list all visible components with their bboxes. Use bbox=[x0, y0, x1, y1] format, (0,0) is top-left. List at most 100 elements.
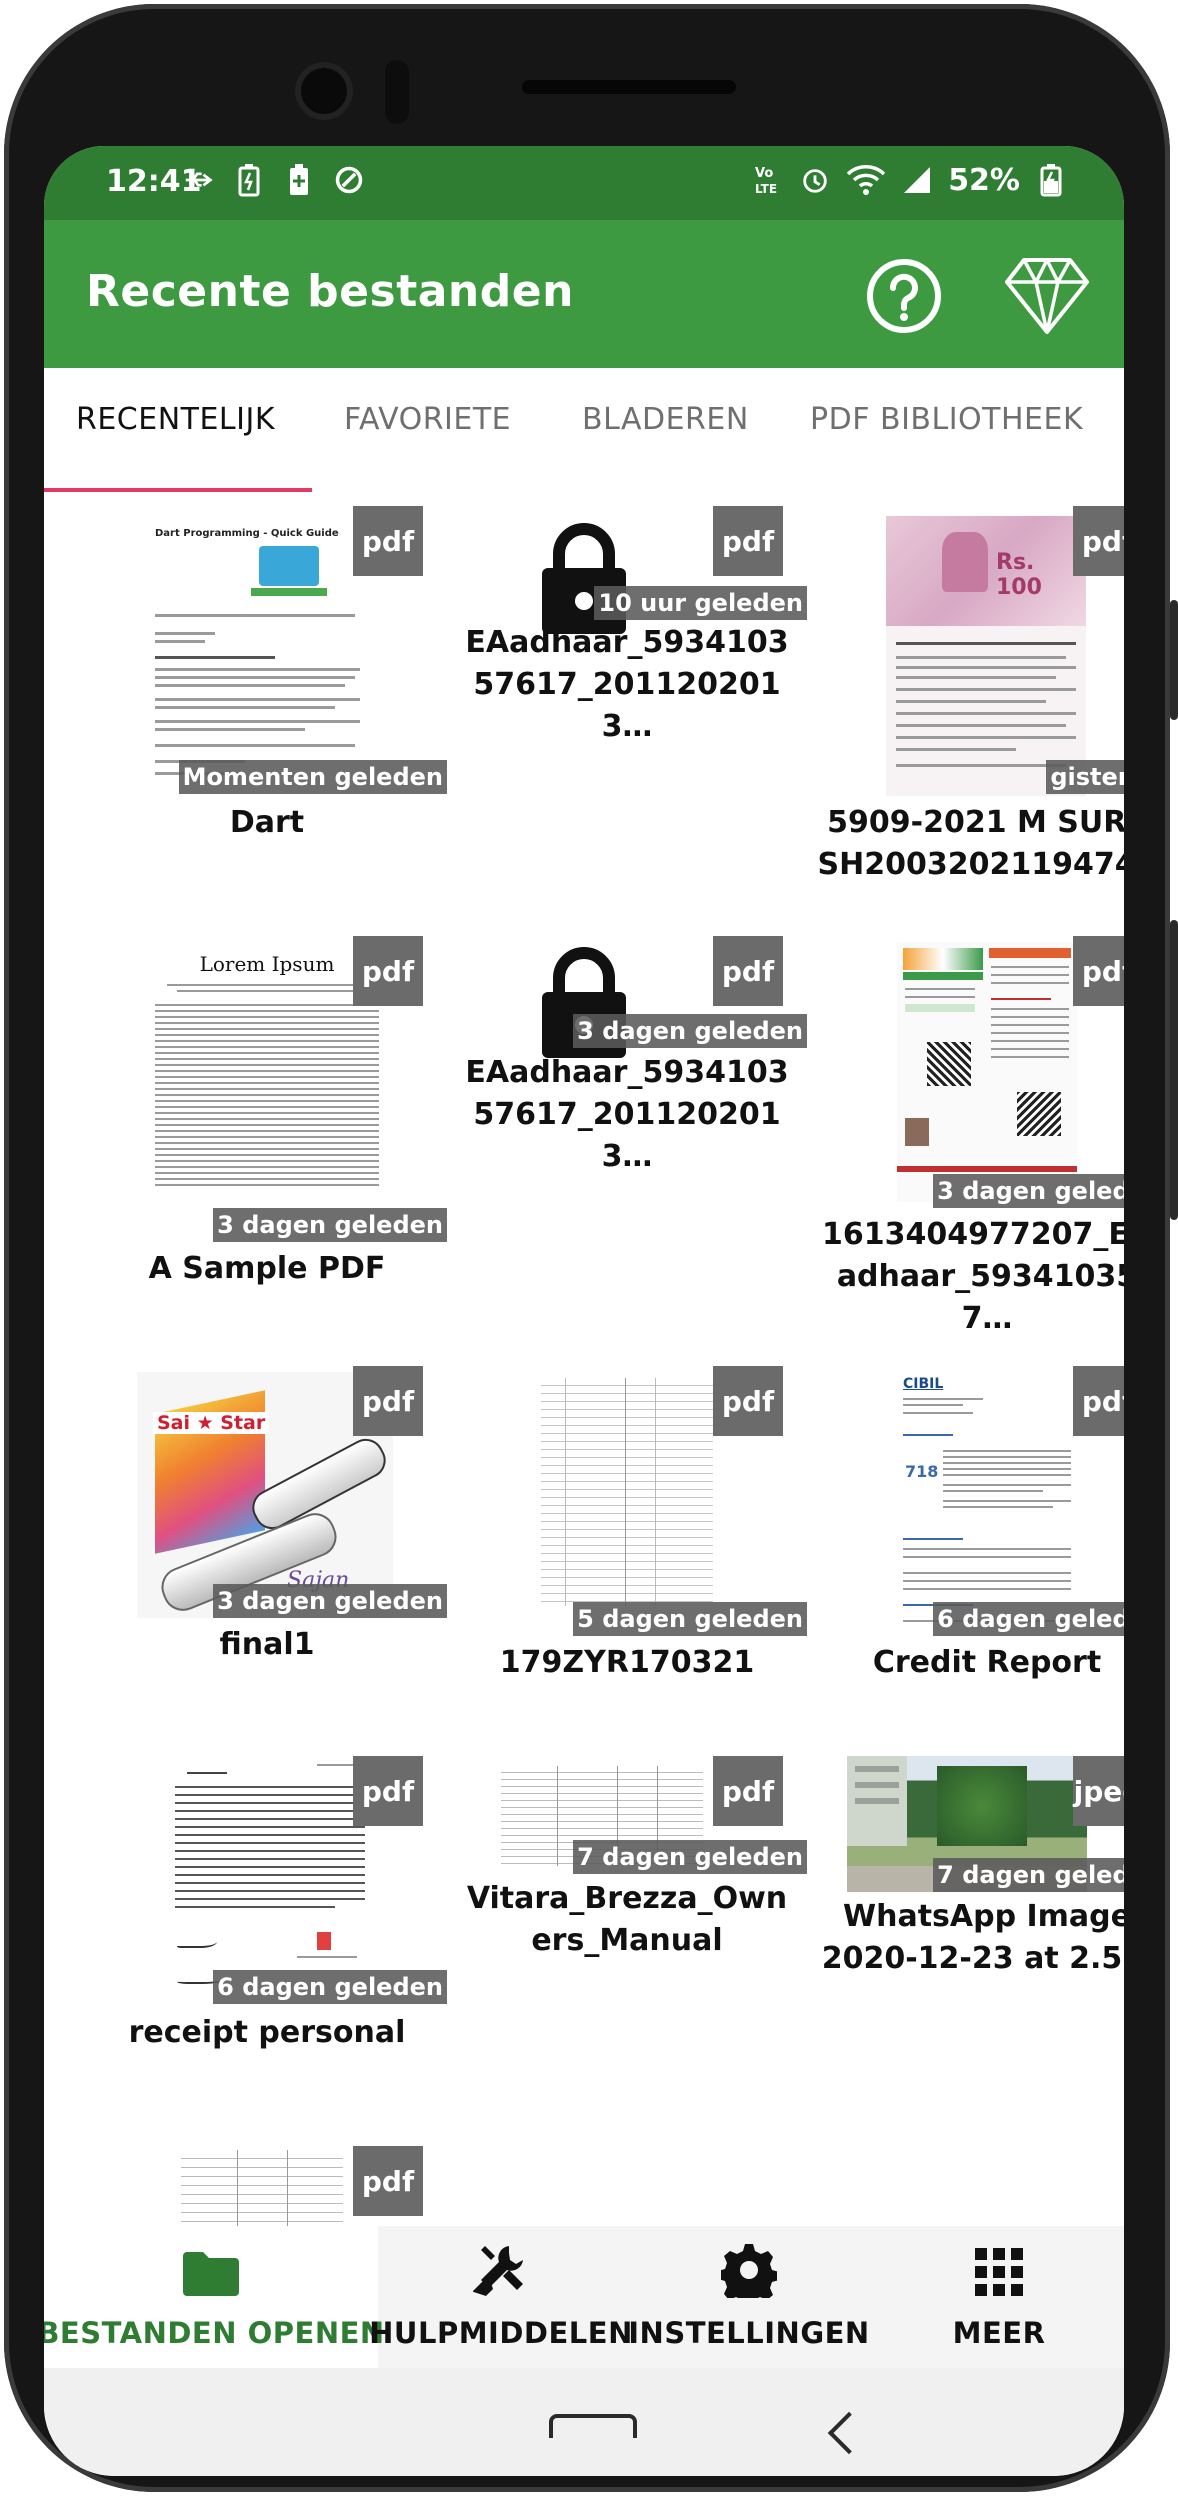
wifi-icon bbox=[846, 162, 886, 198]
thumb-title: Lorem Ipsum bbox=[199, 952, 335, 976]
file-tile[interactable]: pdf 7 dagen geleden Vitara_Brezza_Owners… bbox=[447, 1742, 807, 2142]
grid-icon bbox=[975, 2248, 1023, 2296]
svg-text:LTE: LTE bbox=[755, 182, 777, 196]
signal-icon bbox=[902, 162, 932, 198]
file-tile[interactable]: pdf 5 dagen geleden 179ZYR170321 bbox=[447, 1352, 807, 1732]
battery-plus-icon bbox=[284, 162, 314, 198]
file-type-badge: pdf bbox=[713, 506, 783, 576]
file-time: 6 dagen geleden bbox=[933, 1602, 1124, 1636]
file-type-badge: pdf bbox=[713, 936, 783, 1006]
file-thumbnail: Rs. 100 bbox=[886, 516, 1086, 796]
file-name: receipt personal bbox=[128, 2015, 406, 2050]
file-name: 179ZYR170321 bbox=[499, 1645, 755, 1680]
nav-open-files[interactable]: BESTANDEN OPENEN bbox=[44, 2226, 384, 2368]
file-name: Dart bbox=[229, 805, 305, 840]
file-name: EAadhaar_593410357617_2011202013… bbox=[465, 625, 789, 744]
file-name: WhatsApp Image 2020-12-23 at 2.5… bbox=[821, 1899, 1124, 1976]
nav-more[interactable]: MEER bbox=[874, 2226, 1124, 2368]
file-tile[interactable]: pdf 3 dagen geleden 1613404977207_EAadha… bbox=[807, 922, 1124, 1336]
signature bbox=[177, 1932, 217, 1948]
page-title: Recente bestanden bbox=[86, 266, 574, 317]
tab-browse[interactable]: BLADEREN bbox=[582, 402, 749, 437]
file-time: 5 dagen geleden bbox=[573, 1602, 807, 1636]
file-tile[interactable]: Lorem Ipsum pdf 3 dagen geleden A Sample… bbox=[87, 922, 447, 1322]
qr-code bbox=[1017, 1092, 1061, 1136]
nav-label: INSTELLINGEN bbox=[628, 2316, 870, 2350]
file-type-badge: pdf bbox=[353, 506, 423, 576]
file-thumbnail bbox=[167, 1752, 377, 2002]
dart-logo bbox=[259, 546, 319, 586]
nav-label: BESTANDEN OPENEN bbox=[44, 2316, 385, 2350]
file-time: 3 dagen geleden bbox=[213, 1208, 447, 1242]
help-button[interactable] bbox=[866, 258, 942, 334]
tree bbox=[937, 1766, 1027, 1846]
file-tile[interactable]: Rs. 100 pdf gisteren 5909-2021 M SURESH2… bbox=[807, 492, 1124, 882]
file-tile[interactable]: Dart Programming - Quick Guide pdf Momen… bbox=[87, 492, 447, 882]
credit-score: 718 bbox=[905, 1462, 939, 1481]
alarm-icon bbox=[800, 162, 830, 198]
file-type-badge: jpeg bbox=[1073, 1756, 1124, 1826]
brand-text: Sai ★ Star bbox=[153, 1412, 270, 1434]
svg-text:Vo: Vo bbox=[755, 166, 773, 181]
file-thumbnail: Lorem Ipsum bbox=[147, 942, 387, 1242]
system-navigation bbox=[44, 2368, 1124, 2476]
screen: 12:41 Vo LTE 52% Recente bestanden RECEN… bbox=[44, 146, 1124, 2476]
volume-button bbox=[1170, 920, 1178, 1220]
data-saver-icon bbox=[334, 162, 364, 198]
status-bar: 12:41 Vo LTE 52% bbox=[44, 146, 1124, 220]
file-thumbnail bbox=[897, 942, 1077, 1202]
proximity-sensor bbox=[385, 60, 409, 124]
help-circle-icon bbox=[867, 259, 941, 333]
photo bbox=[905, 1118, 929, 1146]
file-type-badge: pdf bbox=[713, 1366, 783, 1436]
file-type-badge: pdf bbox=[1073, 506, 1124, 576]
battery-saver-icon bbox=[234, 162, 264, 198]
file-type-badge: pdf bbox=[713, 1756, 783, 1826]
qr-code bbox=[927, 1042, 971, 1086]
nav-label: MEER bbox=[952, 2316, 1046, 2350]
file-name: Vitara_Brezza_Owners_Manual bbox=[466, 1881, 788, 1958]
home-button[interactable] bbox=[549, 2414, 637, 2438]
tab-bar: RECENTELIJK FAVORIETE BLADEREN PDF BIBLI… bbox=[44, 368, 1124, 493]
file-type-badge: pdf bbox=[353, 936, 423, 1006]
nav-tools[interactable]: HULPMIDDELEN bbox=[369, 2226, 632, 2368]
file-type-badge: pdf bbox=[1073, 936, 1124, 1006]
premium-button[interactable] bbox=[1004, 256, 1090, 336]
back-button[interactable] bbox=[827, 2411, 871, 2455]
file-type-badge: pdf bbox=[353, 1366, 423, 1436]
tab-recent[interactable]: RECENTELIJK bbox=[76, 402, 275, 437]
file-time: 3 dagen geleden bbox=[933, 1174, 1124, 1208]
file-name: EAadhaar_593410357617_2011202013… bbox=[465, 1055, 789, 1174]
file-name: 5909-2021 M SURESH20032021194740 bbox=[817, 805, 1124, 882]
thumb-title: Dart Programming - Quick Guide bbox=[155, 528, 339, 539]
file-type-badge: pdf bbox=[1073, 1366, 1124, 1436]
file-tile[interactable]: pdf 10 uur geleden EAadhaar_593410357617… bbox=[447, 492, 807, 882]
file-type-badge: pdf bbox=[353, 1756, 423, 1826]
gear-icon bbox=[721, 2244, 777, 2298]
tab-favorites[interactable]: FAVORIETE bbox=[344, 402, 511, 437]
app-bar: Recente bestanden bbox=[44, 220, 1124, 368]
file-type-badge: pdf bbox=[353, 2146, 423, 2216]
file-name: 1613404977207_EAadhaar_593410357… bbox=[821, 1217, 1124, 1336]
file-tile[interactable]: CIBIL 718 pd 6 dagen geled Credit Report bbox=[807, 1352, 1124, 1732]
file-time: gisteren bbox=[1046, 760, 1124, 794]
nav-settings[interactable]: INSTELLINGEN bbox=[624, 2226, 874, 2368]
file-thumbnail: Dart Programming - Quick Guide bbox=[147, 516, 387, 796]
file-tile[interactable]: pdf 3 dagen geleden EAadhaar_59341035761… bbox=[447, 922, 807, 1322]
folder-icon bbox=[183, 2252, 239, 2296]
phone-frame: 12:41 Vo LTE 52% Recente bestanden RECEN… bbox=[0, 0, 1178, 2496]
earpiece-speaker bbox=[522, 80, 736, 94]
file-tile[interactable]: pdf 6 dagen geleden receipt personal bbox=[87, 1742, 447, 2142]
thumb-title: CIBIL bbox=[903, 1376, 944, 1392]
file-grid: Dart Programming - Quick Guide pdf Momen… bbox=[44, 492, 1124, 2372]
file-tile[interactable]: Sai ★ Star Sajan pdf 3 dagen geleden fin… bbox=[87, 1352, 447, 1732]
tab-pdf-library[interactable]: PDF BIBLIOTHEEK bbox=[810, 402, 1083, 437]
front-camera bbox=[295, 62, 353, 120]
file-name: final1 bbox=[219, 1627, 315, 1662]
file-tile[interactable]: jpeg 7 dagen geleden WhatsApp Image 2020… bbox=[807, 1742, 1124, 2142]
file-name: A Sample PDF bbox=[148, 1251, 386, 1286]
battery-percent: 52% bbox=[948, 162, 1020, 198]
tools-icon bbox=[473, 2246, 523, 2297]
file-time: Momenten geleden bbox=[178, 760, 447, 794]
diamond-icon bbox=[1005, 258, 1089, 334]
